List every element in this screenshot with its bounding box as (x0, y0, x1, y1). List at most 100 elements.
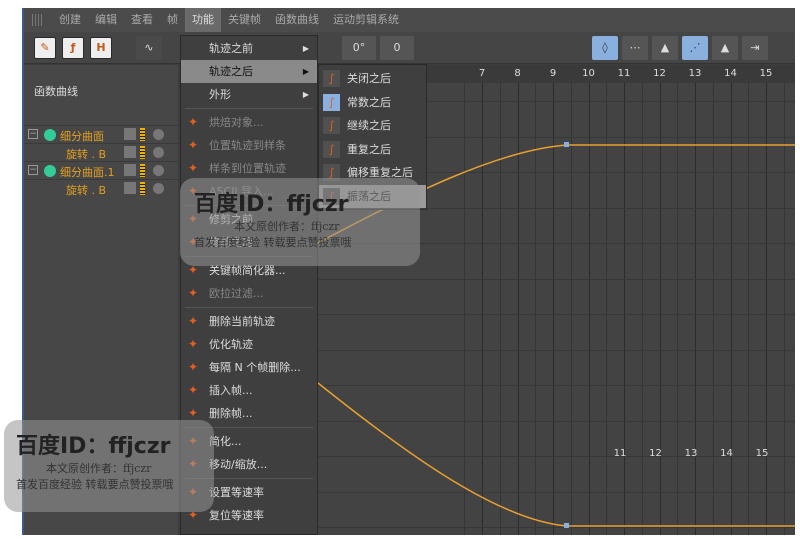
tree-row[interactable]: 旋转 . B (24, 179, 178, 197)
weight-icon[interactable]: ▲ (652, 36, 678, 60)
menu-item[interactable]: 外形 ▶ (181, 83, 317, 106)
clamp-icon[interactable]: ⋰ (682, 36, 708, 60)
tree-row[interactable]: 旋转 . B (24, 143, 178, 161)
menu-item-label: 每隔 N 个帧删除... (209, 361, 301, 374)
menu-item-icon: ✦ (187, 314, 199, 328)
solo-icon[interactable] (153, 183, 164, 194)
track-icon[interactable] (124, 182, 136, 194)
menu-item-icon: ✦ (187, 286, 199, 300)
keys-icon[interactable] (140, 164, 145, 177)
frame-all-icon[interactable]: ∿ (136, 36, 162, 60)
keyframe-point[interactable] (564, 523, 569, 528)
menu-item[interactable]: ✦ 删除当前轨迹 (181, 310, 317, 333)
menu-item-label: 复位等速率 (209, 509, 264, 522)
motion-clip-icon[interactable]: H (90, 37, 112, 59)
menu-item[interactable]: ✦ 关键帧简化器... (181, 259, 317, 282)
submenu-item[interactable]: ∫ 振荡之后 (319, 184, 426, 208)
menu-item-icon: ✦ (187, 138, 199, 152)
toolbar: ✎ ƒ H ∿ 0° 0 ◊ ⋯ ▲ ⋰ ▲ ⇥ (24, 32, 795, 64)
menu-0[interactable]: 创建 (52, 8, 88, 32)
menu-item[interactable]: ✦ 设置等速率 (181, 481, 317, 504)
menu-item-label: 删除当前轨迹 (209, 315, 275, 328)
menu-item[interactable]: ✦ 样条到位置轨迹 (181, 157, 317, 180)
menu-item[interactable]: ✦ 修剪之前 (181, 208, 317, 231)
submenu-item[interactable]: ∫ 偏移重复之后 (319, 161, 426, 184)
tree-row-label: 细分曲面 (60, 130, 104, 143)
menu-separator (185, 205, 313, 206)
menu-5[interactable]: 关键帧 (221, 8, 268, 32)
menu-item-icon: ✦ (187, 235, 199, 249)
menu-3[interactable]: 帧 (160, 8, 185, 32)
menu-item[interactable]: 轨迹之前 ▶ (181, 37, 317, 60)
submenu-item[interactable]: ∫ 常数之后 (319, 91, 426, 114)
menu-item-label: ASCII 导入... (209, 185, 274, 198)
zero-length-icon[interactable]: ▲ (712, 36, 738, 60)
menu-item-icon: ✦ (187, 212, 199, 226)
tree-row-label: 旋转 . B (66, 184, 107, 197)
menu-item-label: 设置等速率 (209, 486, 264, 499)
menu-item-icon: ✦ (187, 383, 199, 397)
menu-item[interactable]: ✦ 移动/缩放... (181, 453, 317, 476)
submenu-item[interactable]: ∫ 关闭之后 (319, 67, 426, 90)
menu-7[interactable]: 运动剪辑系统 (326, 8, 406, 32)
menu-6[interactable]: 函数曲线 (268, 8, 326, 32)
lock-tangent-icon[interactable]: ⇥ (742, 36, 768, 60)
menu-2[interactable]: 查看 (124, 8, 160, 32)
track-icon[interactable] (124, 146, 136, 158)
menu-item[interactable]: ✦ ASCII 导入... (181, 180, 317, 203)
solo-icon[interactable] (153, 165, 164, 176)
menu-1[interactable]: 编辑 (88, 8, 124, 32)
fcurve-tool-icon[interactable]: ƒ (62, 37, 84, 59)
keys-icon[interactable] (140, 128, 145, 141)
submenu-item-label: 振荡之后 (347, 189, 391, 203)
object-status-icon (44, 165, 56, 177)
tree-row[interactable]: − 细分曲面 (24, 125, 178, 143)
tangent-tool-icon[interactable]: ◊ (592, 36, 618, 60)
menu-item-icon: ✦ (187, 457, 199, 471)
solo-icon[interactable] (153, 129, 164, 140)
menu-item-label: 轨迹之后 (209, 65, 253, 78)
menu-bar: 创建 编辑 查看帧功能 关键帧 函数曲线 运动剪辑系统 (24, 8, 795, 32)
menu-item-label: 轨迹之前 (209, 42, 253, 55)
menu-item[interactable]: 轨迹之后 ▶ (181, 60, 317, 83)
panel-title: 函数曲线 (34, 85, 78, 98)
submenu-arrow-icon: ▶ (302, 44, 309, 53)
keys-icon[interactable] (140, 146, 145, 159)
frame-tick: 12 (649, 448, 662, 459)
menu-item[interactable]: ✦ 删除帧... (181, 402, 317, 425)
submenu-item-label: 重复之后 (347, 142, 391, 156)
tree-row[interactable]: − 细分曲面.1 (24, 161, 178, 179)
menu-item[interactable]: ✦ 修剪之后 (181, 231, 317, 254)
menu-item-label: 删除帧... (209, 407, 253, 420)
keyframe-point[interactable] (564, 142, 569, 147)
menu-item[interactable]: ✦ 烘焙对象... (181, 111, 317, 134)
collapse-icon[interactable]: − (28, 165, 38, 175)
frame-tick: 14 (720, 448, 733, 459)
submenu-item-label: 偏移重复之后 (347, 166, 413, 179)
menu-4[interactable]: 功能 (185, 8, 221, 32)
track-icon[interactable] (124, 128, 136, 140)
track-icon[interactable] (124, 164, 136, 176)
value-field[interactable]: 0 (380, 36, 414, 60)
submenu-item[interactable]: ∫ 重复之后 (319, 138, 426, 161)
collapse-icon[interactable]: − (28, 129, 38, 139)
menu-item[interactable]: ✦ 每隔 N 个帧删除... (181, 356, 317, 379)
menu-item[interactable]: ✦ 简化... (181, 430, 317, 453)
submenu-item[interactable]: ∫ 继续之后 (319, 114, 426, 137)
menu-item[interactable]: ✦ 插入帧... (181, 379, 317, 402)
tangent-break-icon[interactable]: ⋯ (622, 36, 648, 60)
key-tool-icon[interactable]: ✎ (34, 37, 56, 59)
object-status-icon (44, 129, 56, 141)
solo-icon[interactable] (153, 147, 164, 158)
menu-item-label: 修剪之后 (209, 236, 253, 249)
menu-item[interactable]: ✦ 复位等速率 (181, 504, 317, 527)
keys-icon[interactable] (140, 182, 145, 195)
frame-ruler-secondary: 11 12 13 14 15 (588, 445, 769, 461)
angle-field[interactable]: 0° (342, 36, 376, 60)
menu-item[interactable]: ✦ 欧拉过滤... (181, 282, 317, 305)
menu-item[interactable]: ✦ 位置轨迹到样条 (181, 134, 317, 157)
curve-mode-icon: ∫ (323, 70, 340, 87)
menu-item[interactable]: ✦ 优化轨迹 (181, 333, 317, 356)
menu-item-icon: ✦ (187, 434, 199, 448)
menu-item-icon: ✦ (187, 184, 199, 198)
